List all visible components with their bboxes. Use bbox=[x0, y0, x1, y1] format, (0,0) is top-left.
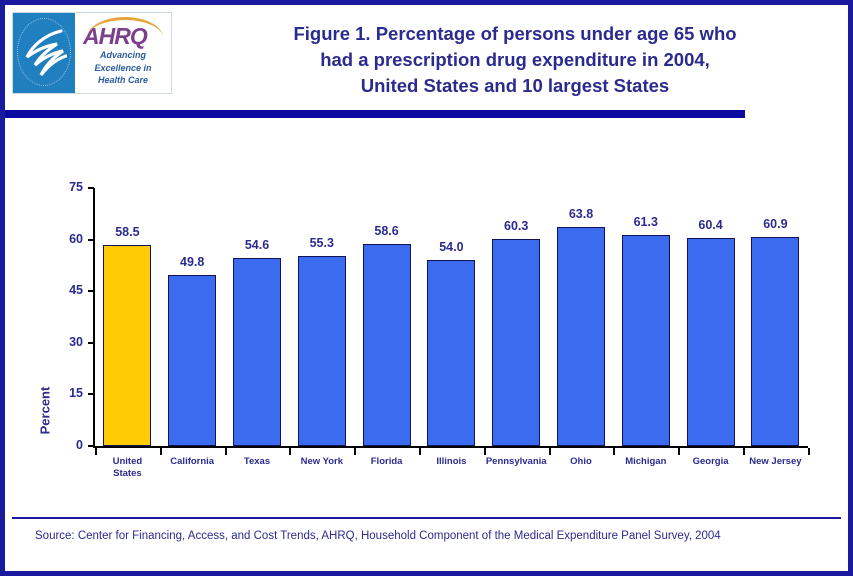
bar-value-label: 63.8 bbox=[568, 206, 594, 221]
bar-value-label: 49.8 bbox=[180, 254, 205, 269]
bar-texas bbox=[233, 258, 281, 446]
bar-united-states bbox=[103, 244, 152, 446]
bar-michigan bbox=[621, 235, 670, 446]
x-axis-category-label-line: States bbox=[113, 468, 142, 479]
bar-ohio bbox=[557, 226, 605, 446]
x-axis-tick-mark bbox=[159, 448, 162, 455]
x-axis-tick-mark bbox=[289, 448, 292, 455]
header-divider-bar bbox=[5, 110, 745, 118]
x-axis-tick-mark bbox=[95, 448, 97, 455]
hhs-eagle-seal-icon bbox=[13, 13, 75, 93]
ahrq-swoosh-icon bbox=[87, 17, 163, 42]
x-axis-line bbox=[93, 446, 808, 448]
bar-california bbox=[168, 274, 217, 446]
bar-new-york bbox=[297, 255, 346, 446]
bar-value-label: 60.9 bbox=[763, 216, 788, 231]
x-axis-tick-mark bbox=[224, 448, 227, 455]
bar-value-label: 55.3 bbox=[309, 235, 334, 250]
x-axis-tick-mark bbox=[548, 448, 551, 455]
x-axis-tick-mark bbox=[419, 448, 421, 455]
y-axis-tick-mark bbox=[88, 290, 94, 293]
ahrq-wordmark: AHRQ Advancing Excellence in Health Care bbox=[75, 13, 171, 93]
x-axis-tick-mark bbox=[354, 448, 357, 455]
x-axis-tick-mark bbox=[678, 448, 681, 455]
bar-pennsylvania bbox=[492, 238, 541, 446]
source-note: Source: Center for Financing, Access, an… bbox=[35, 530, 721, 542]
bar-florida bbox=[362, 244, 411, 446]
figure-header: AHRQ Advancing Excellence in Health Care… bbox=[5, 5, 848, 105]
y-axis-tick-mark bbox=[88, 187, 94, 189]
bar-value-label: 61.3 bbox=[633, 215, 658, 230]
figure-container: AHRQ Advancing Excellence in Health Care… bbox=[0, 0, 853, 576]
bar-value-label: 58.6 bbox=[374, 224, 399, 239]
bar-georgia bbox=[686, 238, 735, 446]
figure-title-line-2: had a prescription drug expenditure in 2… bbox=[320, 49, 710, 70]
ahrq-logo: AHRQ Advancing Excellence in Health Care bbox=[12, 12, 172, 94]
y-axis-tick-mark bbox=[88, 445, 94, 447]
y-axis-tick-mark bbox=[88, 341, 94, 344]
x-axis-category-label-line: New Jersey bbox=[749, 456, 802, 467]
x-axis-tick-mark bbox=[807, 448, 810, 455]
y-axis-tick-label: 60 bbox=[69, 231, 83, 246]
bar-value-label: 58.5 bbox=[115, 224, 140, 239]
y-axis-tick-label: 0 bbox=[76, 438, 83, 452]
bar-new-jersey bbox=[751, 236, 800, 446]
bar-value-label: 60.3 bbox=[504, 218, 529, 233]
figure-title-line-3: United States and 10 largest States bbox=[360, 75, 670, 96]
bar-chart-plot: Percent 0 15 30 45 60 75 58.5 United States 49.8 C… bbox=[5, 118, 848, 508]
ahrq-tagline-line-2: Excellence in bbox=[94, 62, 152, 73]
y-axis-tick-mark bbox=[88, 238, 94, 241]
x-axis-tick-mark bbox=[483, 448, 486, 455]
ahrq-tagline-line-1: Advancing bbox=[99, 50, 146, 60]
figure-title-line-1: Figure 1. Percentage of persons under ag… bbox=[293, 23, 737, 44]
y-axis-tick-mark bbox=[88, 393, 94, 396]
footer-divider bbox=[12, 517, 841, 519]
x-axis-category-label: New Jersey bbox=[737, 456, 814, 468]
figure-title: Figure 1. Percentage of persons under ag… bbox=[195, 21, 835, 99]
bar-value-label: 60.4 bbox=[698, 218, 723, 233]
ahrq-tagline-line-3: Health Care bbox=[97, 75, 149, 85]
bar-illinois bbox=[427, 260, 476, 446]
y-axis-tick-label: 15 bbox=[69, 386, 83, 401]
x-axis-tick-mark bbox=[743, 448, 745, 455]
x-axis-tick-mark bbox=[613, 448, 616, 455]
bar-value-label: 54.0 bbox=[439, 240, 464, 255]
bar-value-label: 54.6 bbox=[244, 238, 270, 253]
y-axis-tick-label: 30 bbox=[69, 334, 83, 349]
y-axis-tick-label: 45 bbox=[69, 283, 83, 298]
y-axis-tick-label: 75 bbox=[69, 180, 83, 194]
